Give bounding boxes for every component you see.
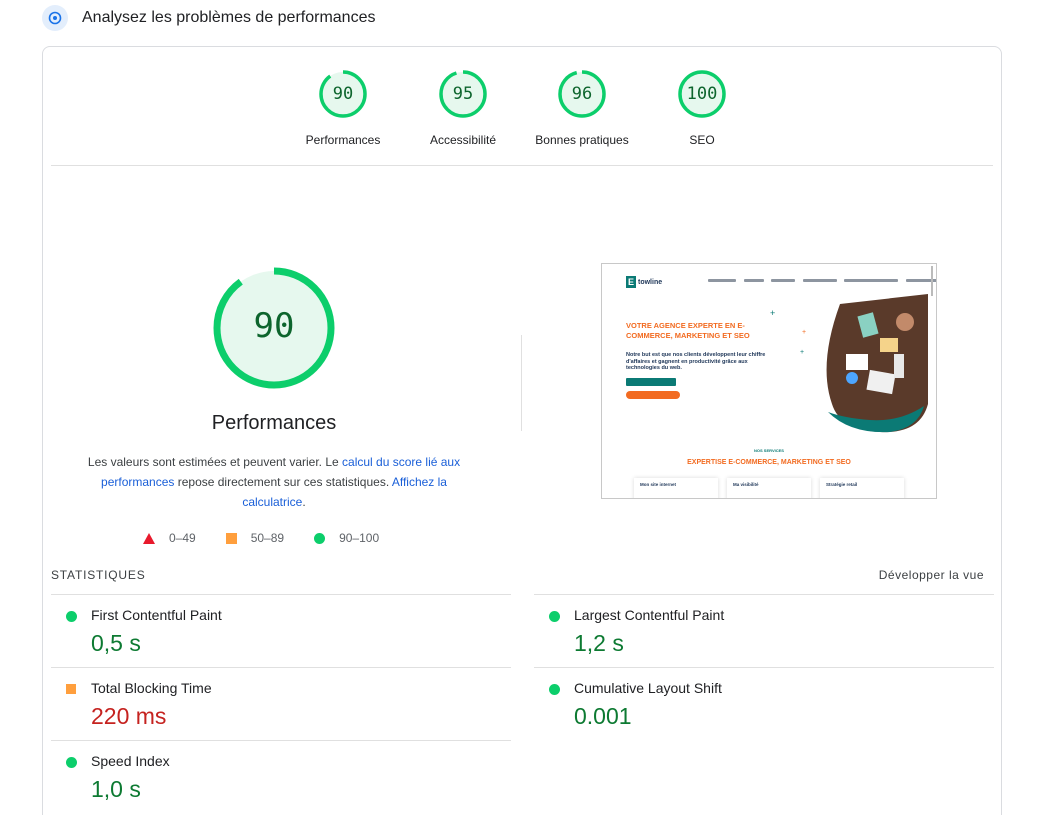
category-gauge: 100 xyxy=(677,69,727,119)
section-title: Analysez les problèmes de performances xyxy=(82,9,376,26)
metric-name: Cumulative Layout Shift xyxy=(574,680,722,696)
category-label: SEO xyxy=(689,133,715,147)
category-label: Performances xyxy=(305,133,381,147)
category-score: 95 xyxy=(452,84,474,104)
site-card: Ma visibilité xyxy=(727,478,811,498)
divider xyxy=(51,165,993,166)
metric-tbt: Total Blocking Time 220 ms xyxy=(51,667,511,740)
pass-circle-icon xyxy=(66,611,77,622)
triangle-icon xyxy=(143,532,155,544)
category-seo[interactable]: 100 SEO xyxy=(642,69,762,147)
category-gauge: 95 xyxy=(438,69,488,119)
metric-cls: Cumulative Layout Shift 0.001 xyxy=(534,667,994,740)
speed-gauge-icon xyxy=(42,5,68,31)
report-card: 90 Performances 95 Accessibilité 96 Bonn… xyxy=(42,46,1002,815)
site-button-primary xyxy=(626,378,676,386)
site-menu xyxy=(708,279,936,284)
category-scores: 90 Performances 95 Accessibilité 96 Bonn… xyxy=(43,69,1001,169)
category-gauge: 90 xyxy=(318,69,368,119)
site-hero-image xyxy=(826,294,928,433)
metric-value: 0,5 s xyxy=(91,630,141,656)
category-score: 100 xyxy=(686,84,718,104)
legend-fail: 0–49 xyxy=(143,531,196,545)
svg-text:+: + xyxy=(802,329,806,336)
metric-speed-index: Speed Index 1,0 s xyxy=(51,740,511,813)
site-logo-text: towline xyxy=(638,278,663,286)
site-headline: VOTRE AGENCE EXPERTE EN E-COMMERCE, MARK… xyxy=(626,321,750,340)
legend-range: 50–89 xyxy=(250,531,285,545)
legend-range: 90–100 xyxy=(339,531,380,545)
pass-circle-icon xyxy=(549,684,560,695)
legend-average: 50–89 xyxy=(225,531,285,545)
category-performances[interactable]: 90 Performances xyxy=(283,69,403,147)
category-label: Bonnes pratiques xyxy=(535,133,629,147)
category-score: 96 xyxy=(571,84,593,104)
legend-range: 0–49 xyxy=(169,531,196,545)
category-bonnes-pratiques[interactable]: 96 Bonnes pratiques xyxy=(522,69,642,147)
svg-text:+: + xyxy=(770,308,775,318)
category-label: Accessibilité xyxy=(429,133,497,147)
metric-lcp: Largest Contentful Paint 1,2 s xyxy=(534,594,994,667)
square-icon xyxy=(225,532,237,544)
screenshot-scrollbar xyxy=(931,266,933,296)
legend-pass: 90–100 xyxy=(314,531,379,545)
performance-label: Performances xyxy=(211,412,337,434)
score-description: Les valeurs sont estimées et peuvent var… xyxy=(71,452,477,512)
performance-gauge: 90 xyxy=(213,267,335,389)
site-card: Stratégie retail xyxy=(820,478,904,498)
metric-value: 220 ms xyxy=(91,703,167,729)
site-button-secondary xyxy=(626,391,680,399)
desc-text: . xyxy=(302,495,306,509)
screenshot-nav: E towline xyxy=(626,276,936,288)
category-score: 90 xyxy=(332,84,354,104)
site-services-label: NOS SERVICES xyxy=(754,448,784,453)
metric-value: 1,0 s xyxy=(91,776,141,802)
metric-name: Total Blocking Time xyxy=(91,680,212,696)
metric-value: 0.001 xyxy=(574,703,632,729)
metric-fcp: First Contentful Paint 0,5 s xyxy=(51,594,511,667)
svg-text:+: + xyxy=(800,349,804,356)
desc-text: repose directement sur ces statistiques. xyxy=(174,475,392,489)
page-screenshot[interactable]: E towline VOTRE AGENCE EXPERTE EN E-COMM… xyxy=(601,263,937,499)
pass-circle-icon xyxy=(66,757,77,768)
site-section-title: EXPERTISE E-COMMERCE, MARKETING ET SEO xyxy=(687,459,851,466)
category-accessibilite[interactable]: 95 Accessibilité xyxy=(403,69,523,147)
pass-circle-icon xyxy=(549,611,560,622)
metric-name: Largest Contentful Paint xyxy=(574,607,725,623)
site-logo: E xyxy=(626,276,636,288)
desc-text: Les valeurs sont estimées et peuvent var… xyxy=(87,455,343,469)
average-square-icon xyxy=(66,684,76,694)
circle-icon xyxy=(314,532,326,544)
vertical-divider xyxy=(521,335,522,431)
score-legend: 0–49 50–89 90–100 xyxy=(143,530,409,546)
site-cards: Mon site internet Ma visibilité Stratégi… xyxy=(634,478,904,498)
metric-name: First Contentful Paint xyxy=(91,607,222,623)
site-paragraph: Notre but est que nos clients développen… xyxy=(626,352,766,371)
site-card: Mon site internet xyxy=(634,478,718,498)
section-header: Analysez les problèmes de performances xyxy=(42,4,375,32)
metric-value: 1,2 s xyxy=(574,630,624,656)
performance-score: 90 xyxy=(253,306,295,346)
stats-title: STATISTIQUES xyxy=(51,568,146,582)
metric-name: Speed Index xyxy=(91,753,170,769)
expand-view-button[interactable]: Développer la vue xyxy=(879,568,984,582)
sparkle-icon: + + + xyxy=(770,308,806,356)
category-gauge: 96 xyxy=(557,69,607,119)
